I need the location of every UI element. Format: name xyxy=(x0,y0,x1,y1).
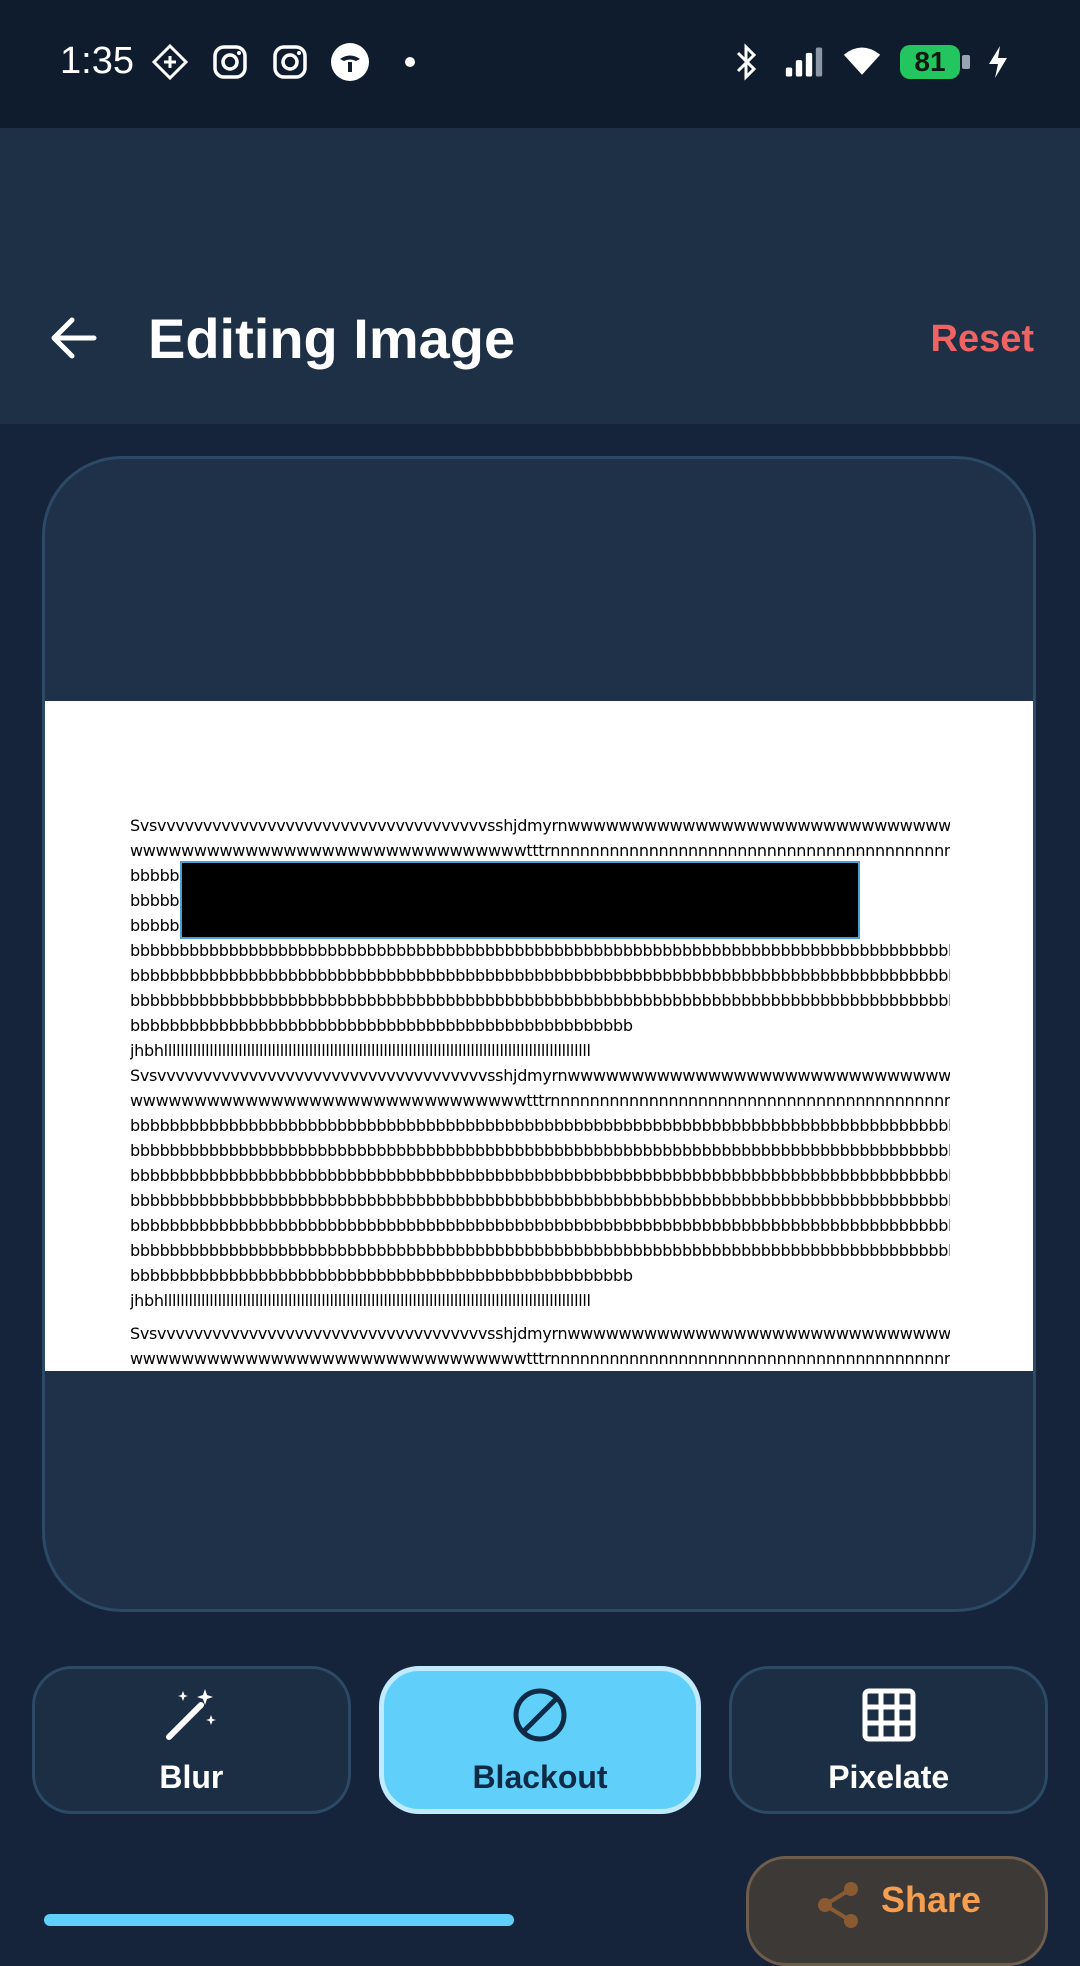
share-label: Share xyxy=(880,1879,982,1920)
status-bar: 1:35 81 xyxy=(0,0,1080,128)
save-button[interactable] xyxy=(44,1914,514,1926)
document-line: wwwwwwwwwwwwwwwwwwwwwwwwwwwwwwwtttrnnnnn… xyxy=(130,1349,950,1368)
document-line: bbbbbbbbbbbbbbbbbbbbbbbbbbbbbbbbbbbbbbbb… xyxy=(130,966,950,985)
blur-tool-label: Blur xyxy=(159,1758,224,1795)
document-line: bbbbbbbbbbbbbbbbbbbbbbbbbbbbbbbbbbbbbbbb… xyxy=(130,941,950,960)
navigation-diamond-icon xyxy=(150,42,190,82)
signal-icon xyxy=(784,42,824,82)
pixelate-tool-label: Pixelate xyxy=(828,1758,950,1795)
document-line: bbbbbbbbbbbbbbbbbbbbbbbbbbbbbbbbbbbbbbbb… xyxy=(130,1166,950,1185)
instagram-icon xyxy=(210,42,250,82)
document-line: Svsvvvvvvvvvvvvvvvvvvvvvvvvvvvvvvvvvvvvs… xyxy=(130,816,950,835)
bluetooth-icon xyxy=(726,42,766,82)
blur-tool-button[interactable]: Blur xyxy=(32,1666,351,1814)
blackout-tool-label: Blackout xyxy=(472,1758,608,1795)
instagram-icon xyxy=(270,42,310,82)
share-button[interactable]: Share xyxy=(746,1856,1048,1966)
wifi-icon xyxy=(842,42,882,82)
image-canvas[interactable]: Svsvvvvvvvvvvvvvvvvvvvvvvvvvvvvvvvvvvvvs… xyxy=(42,456,1036,1612)
app-icon xyxy=(330,42,370,82)
dot-icon xyxy=(390,42,430,82)
page-title: Editing Image xyxy=(148,307,516,370)
document-line: Svsvvvvvvvvvvvvvvvvvvvvvvvvvvvvvvvvvvvvs… xyxy=(130,1324,950,1343)
document-line: bbbbbbbbbbbbbbbbbbbbbbbbbbbbbbbbbbbbbbbb… xyxy=(130,1216,950,1235)
document-line: bbbbbbbbbbbbbbbbbbbbbbbbbbbbbbbbbbbbbbbb… xyxy=(130,1116,950,1135)
battery-indicator: 81 xyxy=(900,45,970,79)
magic-wand-icon xyxy=(166,1688,217,1740)
back-button[interactable] xyxy=(46,310,102,366)
document-line: bbbbbbbbbbbbbbbbbbbbbbbbbbbbbbbbbbbbbbbb… xyxy=(130,1191,950,1210)
grid-icon xyxy=(862,1688,916,1741)
document-line: bbbbbbbbbbbbbbbbbbbbbbbbbbbbbbbbbbbbbbbb… xyxy=(130,1241,950,1260)
document-line: bbbbbbbbbbbbbbbbbbbbbbbbbbbbbbbbbbbbbbbb… xyxy=(130,1266,633,1285)
pixelate-tool-button[interactable]: Pixelate xyxy=(729,1666,1049,1814)
blackout-tool-button[interactable]: Blackout xyxy=(378,1666,702,1814)
document-line: wwwwwwwwwwwwwwwwwwwwwwwwwwwwwwwtttrnnnnn… xyxy=(130,841,950,860)
document-line: bbbbbbbbbbbbbbbbbbbbbbbbbbbbbbbbbbbbbbbb… xyxy=(130,991,950,1010)
share-icon xyxy=(817,1882,858,1928)
arrow-left-icon xyxy=(51,317,97,359)
document-line: bbbbbbbbbbbbbbbbbbbbbbbbbbbbbbbbbbbbbbbb… xyxy=(130,1141,950,1160)
charging-icon xyxy=(978,42,1018,82)
document-line: wwwwwwwwwwwwwwwwwwwwwwwwwwwwwwwtttrnnnnn… xyxy=(130,1091,950,1110)
document-line: jhbhllllllllllllllllllllllllllllllllllll… xyxy=(130,1291,591,1310)
tool-bar: Blur Blackout Pixelate xyxy=(32,1666,1049,1814)
document-line: bbbbbbbbbbbbbbbbbbbbbbbbbbbbbbbbbbbbbbbb… xyxy=(130,1016,633,1035)
status-right-icons: 81 xyxy=(726,42,1018,82)
status-time: 1:35 xyxy=(60,40,134,82)
blackout-region[interactable] xyxy=(180,861,860,939)
status-left-icons xyxy=(150,42,430,82)
reset-button[interactable]: Reset xyxy=(931,318,1035,361)
app-bar xyxy=(0,128,1080,424)
prohibit-icon xyxy=(513,1688,567,1741)
document-line: Svsvvvvvvvvvvvvvvvvvvvvvvvvvvvvvvvvvvvvs… xyxy=(130,1066,950,1085)
document-line: jhbhllllllllllllllllllllllllllllllllllll… xyxy=(130,1041,591,1060)
document-image[interactable]: Svsvvvvvvvvvvvvvvvvvvvvvvvvvvvvvvvvvvvvs… xyxy=(45,701,1033,1371)
